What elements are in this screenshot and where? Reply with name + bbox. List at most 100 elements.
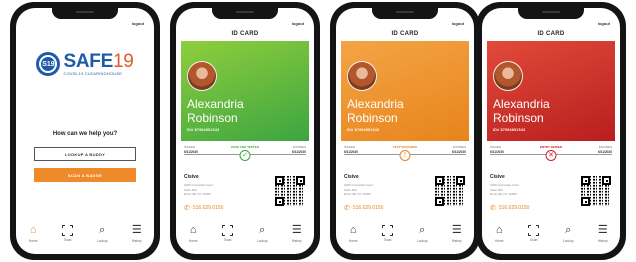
id-card-title: ID CARD xyxy=(391,31,419,37)
nav-lookup[interactable]: ⌕ Lookup xyxy=(250,224,274,243)
nav-label: Lookup xyxy=(97,239,108,243)
phone-number[interactable]: ✆ 516.629.0150 xyxy=(490,204,529,212)
id-card-title: ID CARD xyxy=(537,31,565,37)
nav-label: History xyxy=(451,239,462,243)
nav-history[interactable]: ☰ History xyxy=(591,224,615,243)
nav-lookup[interactable]: ⌕ Lookup xyxy=(90,224,114,243)
safe19-logo: S19 SAFE19 COVID-19 CLEARINGHOUSE xyxy=(16,52,154,76)
nav-lookup[interactable]: ⌕ Lookup xyxy=(410,224,434,243)
scan-icon xyxy=(382,225,394,236)
avatar xyxy=(493,61,523,91)
phone-number[interactable]: ✆ 516.629.0150 xyxy=(344,204,383,212)
list-icon: ☰ xyxy=(131,224,142,236)
nav-label: Scan xyxy=(530,238,538,242)
org-address: 1000 Corporate Court Suite 300 Rock Hill, … xyxy=(490,183,520,196)
search-icon: ⌕ xyxy=(99,224,106,236)
bottom-nav: ⌂ Home Scan ⌕ Lookup ☰ History xyxy=(482,224,620,248)
phone-notch xyxy=(212,8,278,19)
search-icon: ⌕ xyxy=(419,224,426,236)
nav-scan[interactable]: Scan xyxy=(522,224,546,242)
logo-subtitle: COVID-19 CLEARINGHOUSE xyxy=(63,71,123,76)
scan-badge-button[interactable]: SCAN A BADGE xyxy=(34,168,136,182)
status-row: ISSUED 6/11/2020 ENTRY DENIED EXPIRES 6/11… xyxy=(490,145,612,165)
phone-id-green: logout ID CARD Alexandria Robinson ID# 87… xyxy=(170,2,320,260)
warning-icon: ! xyxy=(399,150,411,161)
person-id: ID# 87984651543 xyxy=(493,128,526,132)
phone-icon: ✆ xyxy=(344,205,350,212)
nav-label: Lookup xyxy=(417,239,428,243)
person-name: Alexandria Robinson xyxy=(187,97,244,125)
expires-date: EXPIRES 6/11/2020 xyxy=(291,145,306,154)
phone-number[interactable]: ✆ 516.629.0150 xyxy=(184,204,223,212)
org-name: Cisive xyxy=(344,174,359,180)
nav-label: Lookup xyxy=(257,239,268,243)
bottom-nav: ⌂ Home Scan ⌕ Lookup ☰ History xyxy=(336,224,474,248)
expires-date: EXPIRES 6/11/2020 xyxy=(597,145,612,154)
status-row: ISSUED 6/11/2020 TEST REQUIRED EXPIRES 6/1… xyxy=(344,145,466,165)
avatar xyxy=(187,61,217,91)
nav-label: History xyxy=(291,239,302,243)
id-card-title: ID CARD xyxy=(231,31,259,37)
search-icon: ⌕ xyxy=(259,224,266,236)
nav-lookup[interactable]: ⌕ Lookup xyxy=(556,224,580,243)
nav-home[interactable]: ⌂ Home xyxy=(181,224,205,243)
avatar xyxy=(347,61,377,91)
nav-label: Lookup xyxy=(563,239,574,243)
nav-scan[interactable]: Scan xyxy=(376,224,400,242)
help-question: How can we help you? xyxy=(52,131,118,137)
qr-code xyxy=(581,176,611,206)
logout-link[interactable]: logout xyxy=(292,21,304,26)
nav-scan[interactable]: Scan xyxy=(56,224,80,242)
nav-scan[interactable]: Scan xyxy=(216,224,240,242)
nav-label: Scan xyxy=(384,238,392,242)
logout-link[interactable]: logout xyxy=(132,21,144,26)
list-icon: ☰ xyxy=(291,224,302,236)
nav-label: Home xyxy=(348,239,358,243)
id-card-header: Alexandria Robinson ID# 87984651543 xyxy=(181,41,309,141)
logout-link[interactable]: logout xyxy=(452,21,464,26)
nav-home[interactable]: ⌂ Home xyxy=(21,224,45,243)
nav-label: History xyxy=(131,239,142,243)
home-icon: ⌂ xyxy=(349,224,357,236)
expires-date: EXPIRES 6/11/2020 xyxy=(451,145,466,154)
logout-link[interactable]: logout xyxy=(598,21,610,26)
qr-code xyxy=(435,176,465,206)
nav-label: Scan xyxy=(64,238,72,242)
id-card-header: Alexandria Robinson ID# 87984651543 xyxy=(487,41,615,141)
bottom-nav: ⌂ Home Scan ⌕ Lookup ☰ History xyxy=(16,224,154,248)
qr-code xyxy=(275,176,305,206)
nav-history[interactable]: ☰ History xyxy=(125,224,149,243)
person-id: ID# 87984651543 xyxy=(347,128,380,132)
phone-notch xyxy=(518,8,584,19)
scan-icon xyxy=(528,225,540,236)
logo-num-text: 19 xyxy=(112,51,134,72)
home-screen: logout S19 SAFE19 COVID-19 CLEARINGHOUSE… xyxy=(16,8,154,254)
denied-icon: ✕ xyxy=(545,150,557,161)
nav-history[interactable]: ☰ History xyxy=(445,224,469,243)
home-icon: ⌂ xyxy=(29,224,37,236)
nav-label: Scan xyxy=(224,238,232,242)
phone-id-orange: logout ID CARD Alexandria Robinson ID# 87… xyxy=(330,2,480,260)
nav-label: Home xyxy=(28,239,38,243)
org-name: Cisive xyxy=(490,174,505,180)
list-icon: ☰ xyxy=(597,224,608,236)
phone-notch xyxy=(52,8,118,19)
phone-notch xyxy=(372,8,438,19)
nav-history[interactable]: ☰ History xyxy=(285,224,309,243)
nav-home[interactable]: ⌂ Home xyxy=(487,224,511,243)
logo-safe-text: SAFE xyxy=(63,51,113,72)
list-icon: ☰ xyxy=(451,224,462,236)
lookup-buddy-button[interactable]: LOOKUP A BUDDY xyxy=(34,147,136,161)
phone-id-red: logout ID CARD Alexandria Robinson ID# 87… xyxy=(476,2,626,260)
bottom-nav: ⌂ Home Scan ⌕ Lookup ☰ History xyxy=(176,224,314,248)
org-address: 1000 Corporate Court Suite 300 Rock Hill, … xyxy=(344,183,374,196)
org-name: Cisive xyxy=(184,174,199,180)
phone-home: logout S19 SAFE19 COVID-19 CLEARINGHOUSE… xyxy=(10,2,160,260)
nav-home[interactable]: ⌂ Home xyxy=(341,224,365,243)
person-id: ID# 87984651543 xyxy=(187,128,220,132)
logo-badge-icon: S19 xyxy=(36,52,61,76)
person-name: Alexandria Robinson xyxy=(493,97,550,125)
home-icon: ⌂ xyxy=(495,224,503,236)
phone-icon: ✆ xyxy=(184,205,190,212)
nav-label: History xyxy=(597,239,608,243)
